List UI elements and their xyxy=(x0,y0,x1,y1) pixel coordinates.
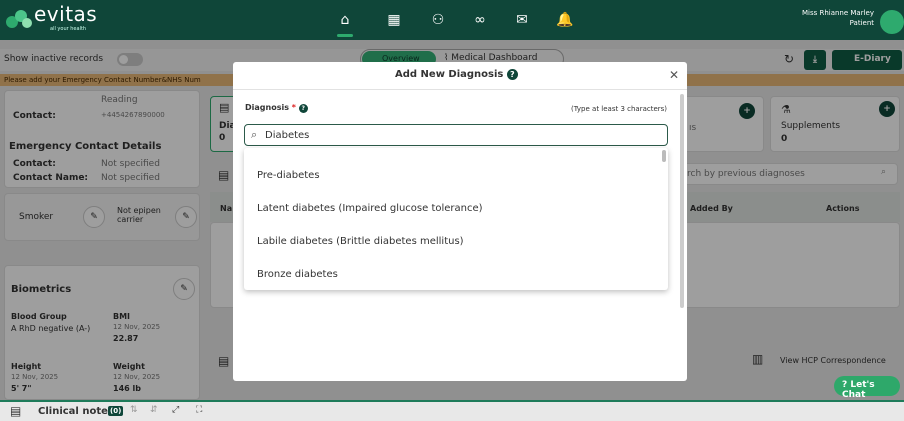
bell-icon[interactable]: 🔔 xyxy=(556,12,573,28)
type-hint: (Type at least 3 characters) xyxy=(571,105,668,113)
suggestions-scrollbar[interactable] xyxy=(662,150,666,162)
suggestion-bronze-diabetes[interactable]: Bronze diabetes xyxy=(257,269,338,280)
sort-desc-icon[interactable]: ⇵ xyxy=(150,405,158,415)
close-icon[interactable]: ✕ xyxy=(669,68,679,82)
clinical-note-bar: ▤ Clinical note (0) ⇅ ⇵ ⤢ ⛶ xyxy=(0,400,904,421)
search-value: Diabetes xyxy=(265,130,310,141)
help-icon[interactable]: ? xyxy=(506,69,518,80)
modal-header-divider xyxy=(233,89,687,90)
clinical-note-icon: ▤ xyxy=(10,404,22,418)
user-role: Patient xyxy=(849,19,874,27)
suggestion-labile-diabetes[interactable]: Labile diabetes (Brittle diabetes mellit… xyxy=(257,236,464,247)
search-icon: ⌕ xyxy=(251,128,258,141)
logo-icon xyxy=(6,8,34,32)
calendar-icon[interactable]: ▦ xyxy=(386,12,402,28)
clinical-note-label[interactable]: Clinical note xyxy=(38,406,108,417)
modal-scrollbar[interactable] xyxy=(680,94,684,308)
fullscreen-icon[interactable]: ⛶ xyxy=(196,405,202,415)
sort-asc-icon[interactable]: ⇅ xyxy=(130,405,138,415)
link-icon[interactable]: ∞ xyxy=(472,12,488,28)
brand-tagline: all your health xyxy=(50,26,87,32)
modal-title: Add New Diagnosis ? xyxy=(395,69,518,80)
help-icon: ? xyxy=(842,380,848,390)
add-diagnosis-modal: Add New Diagnosis ? ✕ Diagnosis * ? (Typ… xyxy=(233,62,687,381)
suggestion-latent-diabetes[interactable]: Latent diabetes (Impaired glucose tolera… xyxy=(257,203,483,214)
top-bar: evitas all your health ⌂ ▦ ⚇ ∞ ✉ 🔔 Miss … xyxy=(0,0,904,40)
home-icon[interactable]: ⌂ xyxy=(337,12,353,28)
clinical-note-count: (0) xyxy=(108,406,124,416)
user-info[interactable]: Miss Rhianne Marley Patient xyxy=(780,8,874,28)
home-active-indicator xyxy=(337,34,353,37)
brand-name[interactable]: evitas xyxy=(34,2,97,26)
lets-chat-button[interactable]: ? Let's Chat xyxy=(834,376,900,400)
expand-icon[interactable]: ⤢ xyxy=(172,405,179,415)
avatar[interactable] xyxy=(880,10,904,34)
suggestion-pre-diabetes[interactable]: Pre-diabetes xyxy=(257,170,320,181)
user-name: Miss Rhianne Marley xyxy=(801,9,874,17)
diagnosis-suggestions: Pre-diabetes Latent diabetes (Impaired g… xyxy=(244,148,668,290)
diagnosis-search-input[interactable]: ⌕ Diabetes xyxy=(244,124,668,146)
diagnosis-field-label: Diagnosis * ? xyxy=(245,103,308,113)
info-icon[interactable]: ? xyxy=(298,104,308,113)
users-icon[interactable]: ⚇ xyxy=(430,12,446,28)
mail-icon[interactable]: ✉ xyxy=(514,12,530,28)
